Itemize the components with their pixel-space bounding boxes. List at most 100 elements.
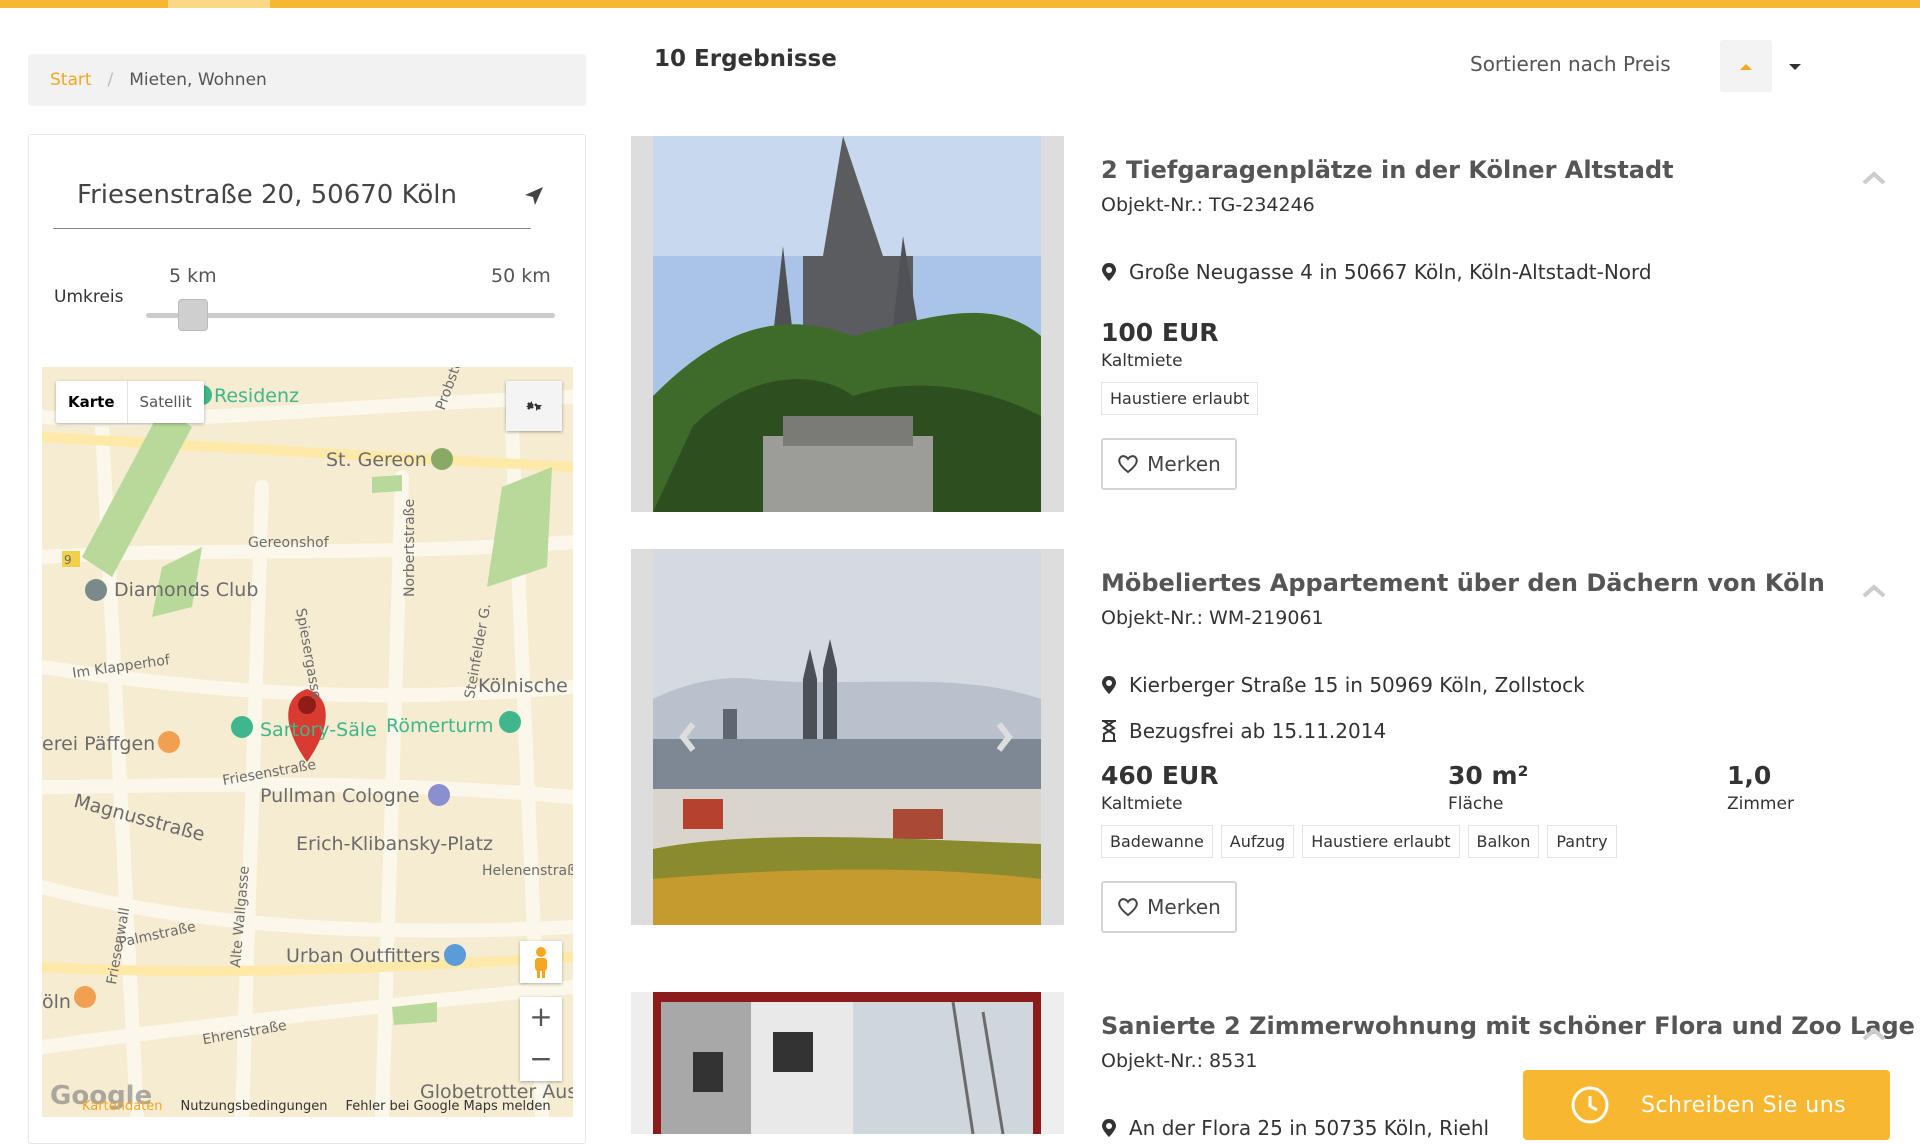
rooms-label: Zimmer [1727, 794, 1794, 814]
map-pin-icon [1102, 676, 1116, 694]
rooms-stat: 1,0 Zimmer [1727, 761, 1794, 814]
chat-bubble-icon [1571, 1086, 1609, 1124]
merken-button[interactable]: Merken [1101, 881, 1237, 933]
map-label-urban-outfitters[interactable]: Urban Outfitters [286, 945, 440, 967]
radius-label: Umkreis [54, 287, 124, 307]
sort-direction-button[interactable] [1720, 40, 1772, 92]
heart-icon [1118, 455, 1139, 474]
map-label-st-gereon[interactable]: St. Gereon [326, 449, 427, 471]
feature-tag: Aufzug [1220, 825, 1295, 858]
map-label-nine: 9 [64, 553, 72, 567]
location-arrow-icon[interactable] [519, 181, 549, 211]
map-label-oln: öln [42, 991, 71, 1013]
listing-card: 2 Tiefgaragenplätze in der Kölner Altsta… [631, 136, 1911, 512]
city-skyline-photo [653, 549, 1041, 925]
listing-title[interactable]: Möbeliertes Appartement über den Dächern… [1101, 569, 1825, 597]
listing-title[interactable]: Sanierte 2 Zimmerwohnung mit schöner Flo… [1101, 1012, 1915, 1040]
map-data-link[interactable]: Kartendaten [82, 1099, 163, 1114]
feature-tag: Badewanne [1101, 825, 1213, 858]
map-label-roemerturm[interactable]: Römerturm [386, 715, 493, 737]
top-accent-bar [0, 0, 1920, 8]
map-pin-icon [1102, 1119, 1116, 1137]
listing-address: Große Neugasse 4 in 50667 Köln, Köln-Alt… [1101, 260, 1652, 284]
breadcrumb-home-link[interactable]: Start [50, 70, 92, 90]
map[interactable]: Probsteig Residenz St. Gereon Gereonshof… [42, 367, 573, 1117]
price-label: Kaltmiete [1101, 351, 1183, 371]
map-type-karte[interactable]: Karte [56, 381, 127, 423]
map-label-diamonds-club[interactable]: Diamonds Club [114, 579, 258, 601]
listing-address-text: An der Flora 25 in 50735 Köln, Riehl [1129, 1116, 1490, 1140]
hourglass-icon [1102, 720, 1116, 742]
map-pin-icon [1102, 263, 1116, 281]
listing-address-text: Große Neugasse 4 in 50667 Köln, Köln-Alt… [1129, 260, 1652, 284]
feature-tags: Haustiere erlaubt [1101, 382, 1259, 415]
feature-tag: Balkon [1467, 825, 1540, 858]
merken-label: Merken [1147, 895, 1221, 919]
chat-button[interactable]: Schreiben Sie uns [1523, 1070, 1890, 1140]
listing-title[interactable]: 2 Tiefgaragenplätze in der Kölner Altsta… [1101, 156, 1674, 184]
rooms-value: 1,0 [1727, 761, 1772, 790]
map-fullscreen-button[interactable] [506, 381, 562, 431]
map-label-helenenstrasse: Helenenstraß [482, 863, 573, 879]
zoom-in-button[interactable]: + [520, 997, 562, 1039]
map-label-klibansky: Erich-Klibansky-Platz [296, 833, 493, 855]
chevron-up-icon[interactable] [1859, 1022, 1889, 1046]
radius-slider-handle[interactable] [178, 299, 208, 331]
map-label-residenz[interactable]: Residenz [214, 385, 299, 407]
pegman-icon [535, 947, 547, 978]
chat-label: Schreiben Sie uns [1641, 1092, 1847, 1118]
breadcrumb-current: Mieten, Wohnen [129, 70, 267, 90]
map-footer: Kartendaten Nutzungsbedingungen Fehler b… [42, 1095, 573, 1117]
area-label: Fläche [1448, 794, 1504, 814]
map-terms-link[interactable]: Nutzungsbedingungen [181, 1099, 328, 1114]
search-panel: Friesenstraße 20, 50670 Köln Umkreis 5 k… [28, 134, 586, 1144]
listing-photo[interactable] [631, 136, 1064, 512]
street-view-pegman[interactable] [520, 941, 562, 983]
feature-tag: Haustiere erlaubt [1302, 825, 1460, 858]
area-value: 30 m² [1448, 761, 1529, 790]
sort-up-icon [1740, 64, 1752, 70]
caret-down-icon[interactable] [1784, 56, 1806, 78]
top-accent-highlight [168, 0, 270, 8]
map-report-link[interactable]: Fehler bei Google Maps melden [345, 1099, 550, 1114]
map-label-pullman[interactable]: Pullman Cologne [260, 785, 420, 807]
price-stat: 100 EUR Kaltmiete [1101, 318, 1219, 371]
collapse-arrows-icon [526, 401, 542, 411]
area-stat: 30 m² Fläche [1448, 761, 1529, 814]
breadcrumb: Start / Mieten, Wohnen [28, 54, 586, 106]
map-label-sartory[interactable]: Sartory-Säle [260, 719, 377, 741]
listing-address-text: Kierberger Straße 15 in 50969 Köln, Zoll… [1129, 673, 1585, 697]
price-label: Kaltmiete [1101, 794, 1183, 814]
zoom-out-button[interactable]: − [520, 1039, 562, 1081]
map-label-paeffgen[interactable]: erei Päffgen [42, 733, 155, 755]
feature-tags: Badewanne Aufzug Haustiere erlaubt Balko… [1101, 825, 1617, 858]
sort-label[interactable]: Sortieren nach Preis [1470, 52, 1671, 76]
listing-card: Möbeliertes Appartement über den Dächern… [631, 549, 1911, 933]
map-type-satellit[interactable]: Satellit [126, 381, 204, 423]
listing-object-number: Objekt-Nr.: TG-234246 [1101, 194, 1315, 216]
map-type-control: Karte Satellit [56, 381, 204, 423]
price-value: 100 EUR [1101, 318, 1219, 347]
result-count: 10 Ergebnisse [654, 46, 837, 72]
merken-button[interactable]: Merken [1101, 438, 1237, 490]
feature-tag: Pantry [1547, 825, 1617, 858]
listing-photo[interactable] [631, 992, 1064, 1134]
listing-photo[interactable] [631, 549, 1064, 925]
merken-label: Merken [1147, 452, 1221, 476]
chevron-up-icon[interactable] [1859, 166, 1889, 190]
listing-address: An der Flora 25 in 50735 Köln, Riehl [1101, 1116, 1489, 1140]
radius-max-label: 50 km [491, 265, 551, 287]
chevron-up-icon[interactable] [1859, 579, 1889, 603]
listing-object-number: Objekt-Nr.: WM-219061 [1101, 607, 1324, 629]
cathedral-photo [653, 136, 1041, 512]
price-value: 460 EUR [1101, 761, 1219, 790]
feature-tag: Haustiere erlaubt [1101, 382, 1259, 415]
radius-min-label: 5 km [169, 265, 217, 287]
map-label-koelnische[interactable]: Kölnische [478, 675, 568, 697]
map-label-gereonshof: Gereonshof [248, 535, 329, 551]
listing-address: Kierberger Straße 15 in 50969 Köln, Zoll… [1101, 673, 1585, 697]
map-label-norbertstrasse: Norbertstraße [402, 498, 418, 597]
listing-availability-text: Bezugsfrei ab 15.11.2014 [1129, 719, 1387, 743]
address-input[interactable]: Friesenstraße 20, 50670 Köln [53, 175, 531, 229]
price-stat: 460 EUR Kaltmiete [1101, 761, 1219, 814]
